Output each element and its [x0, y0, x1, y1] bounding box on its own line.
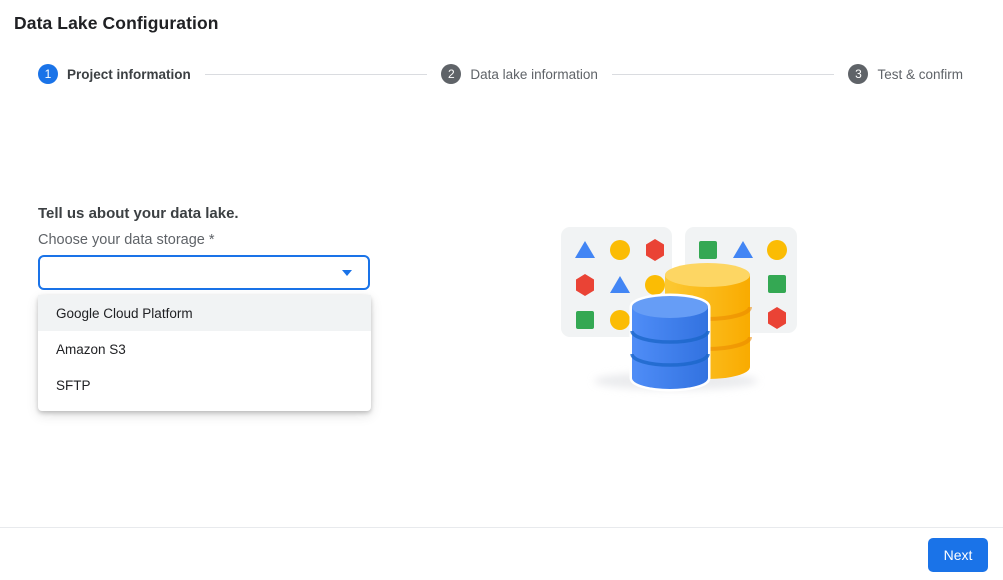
footer-divider	[0, 527, 1003, 528]
step-1-circle: 1	[38, 64, 58, 84]
wizard-stepper: 1 Project information 2 Data lake inform…	[38, 58, 963, 90]
menu-item-amazon-s3[interactable]: Amazon S3	[38, 331, 371, 367]
circle-icon	[610, 310, 630, 330]
circle-icon	[610, 240, 630, 260]
step-3-label: Test & confirm	[877, 67, 963, 82]
circle-icon	[645, 275, 665, 295]
menu-item-sftp[interactable]: SFTP	[38, 367, 371, 403]
step-2-circle: 2	[441, 64, 461, 84]
stepper-connector	[612, 74, 835, 75]
step-test-confirm[interactable]: 3 Test & confirm	[848, 64, 963, 84]
data-lake-storage-illustration	[556, 221, 802, 399]
step-data-lake-information[interactable]: 2 Data lake information	[441, 64, 598, 84]
circle-icon	[767, 240, 787, 260]
step-3-circle: 3	[848, 64, 868, 84]
next-button[interactable]: Next	[928, 538, 988, 572]
square-icon	[576, 311, 594, 329]
blue-database-icon	[632, 296, 708, 389]
menu-item-google-cloud-platform[interactable]: Google Cloud Platform	[38, 295, 371, 331]
stepper-connector	[205, 74, 428, 75]
dropdown-caret-icon	[342, 270, 352, 276]
step-1-label: Project information	[67, 67, 191, 82]
data-storage-dropdown-menu: Google Cloud Platform Amazon S3 SFTP	[38, 295, 371, 411]
data-storage-label: Choose your data storage *	[38, 232, 215, 248]
square-icon	[699, 241, 717, 259]
step-2-label: Data lake information	[470, 67, 598, 82]
square-icon	[768, 275, 786, 293]
data-storage-select[interactable]	[38, 255, 370, 290]
page-title: Data Lake Configuration	[14, 13, 219, 34]
form-heading: Tell us about your data lake.	[38, 205, 239, 222]
step-project-information[interactable]: 1 Project information	[38, 64, 191, 84]
